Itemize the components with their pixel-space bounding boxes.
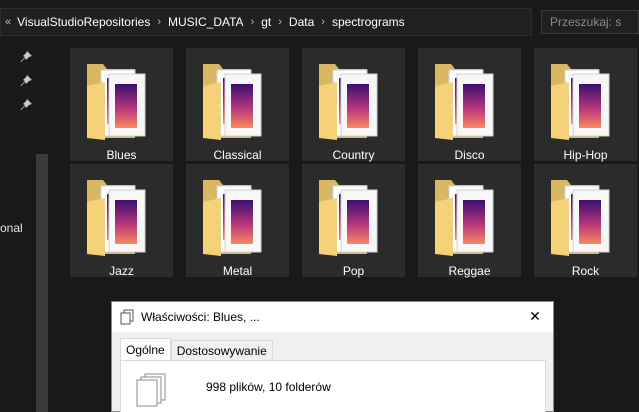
folder-tile[interactable]: Classical xyxy=(186,48,289,162)
breadcrumb-separator-icon[interactable]: › xyxy=(157,16,161,28)
folder-label: Classical xyxy=(213,148,262,162)
folder-icon xyxy=(319,180,378,256)
search-placeholder: Przeszukaj: s xyxy=(550,15,622,29)
folder-tile[interactable]: Country xyxy=(302,48,405,162)
folder-label: Country xyxy=(332,148,375,162)
properties-dialog: Właściwości: Blues, ... ✕ Ogólne Dostoso… xyxy=(111,301,554,412)
folder-tile[interactable]: Jazz xyxy=(70,164,173,278)
breadcrumb-item-data[interactable]: Data xyxy=(289,15,314,29)
folder-label: Hip-Hop xyxy=(563,148,608,162)
folder-label: Pop xyxy=(342,264,365,278)
tab-customize[interactable]: Dostosowywanie xyxy=(170,340,273,360)
breadcrumb-separator-icon[interactable]: › xyxy=(251,16,255,28)
tab-general[interactable]: Ogólne xyxy=(120,338,171,360)
folder-icon xyxy=(87,180,146,256)
item-count: 998 plików, 10 folderów xyxy=(206,380,331,394)
folder-icon xyxy=(87,64,146,140)
breadcrumb[interactable]: « VisualStudioRepositories › MUSIC_DATA … xyxy=(0,8,532,36)
breadcrumb-separator-icon[interactable]: › xyxy=(321,16,325,28)
folder-icon xyxy=(551,180,610,256)
overflow-chevron-icon[interactable]: « xyxy=(5,16,11,28)
folder-icon xyxy=(435,180,494,256)
folder-tile[interactable]: Pop xyxy=(302,164,405,278)
nav-scrollbar[interactable] xyxy=(36,154,48,412)
pin-icon[interactable] xyxy=(19,74,33,88)
folder-label: Reggae xyxy=(448,264,491,278)
breadcrumb-item-music-data[interactable]: MUSIC_DATA xyxy=(168,15,244,29)
search-input[interactable]: Przeszukaj: s xyxy=(541,10,639,34)
folder-tile[interactable]: Blues xyxy=(70,48,173,162)
tab-panel-general: 998 plików, 10 folderów xyxy=(120,360,546,412)
folder-label: Jazz xyxy=(109,264,134,278)
folder-tile[interactable]: Hip-Hop xyxy=(534,48,637,162)
folder-icon xyxy=(551,64,610,140)
address-bar-area: « VisualStudioRepositories › MUSIC_DATA … xyxy=(0,0,639,44)
breadcrumb-item-gt[interactable]: gt xyxy=(261,15,271,29)
folder-icon xyxy=(203,64,262,140)
folder-tile[interactable]: Disco xyxy=(418,48,521,162)
pin-icon[interactable] xyxy=(19,50,33,64)
folder-tile[interactable]: Metal xyxy=(186,164,289,278)
folder-label: Disco xyxy=(454,148,485,162)
close-icon[interactable]: ✕ xyxy=(527,308,543,325)
breadcrumb-item-visualstudiorepositories[interactable]: VisualStudioRepositories xyxy=(17,15,150,29)
dialog-title: Właściwości: Blues, ... xyxy=(141,310,260,324)
pin-icon[interactable] xyxy=(19,98,33,112)
nav-item-label[interactable]: onal xyxy=(0,221,23,235)
folder-label: Blues xyxy=(106,148,137,162)
dialog-tabs: Ogólne Dostosowywanie xyxy=(120,338,273,360)
properties-icon xyxy=(120,309,134,325)
folder-icon xyxy=(435,64,494,140)
breadcrumb-separator-icon[interactable]: › xyxy=(278,16,282,28)
navigation-pane: onal xyxy=(0,44,52,412)
folder-label: Rock xyxy=(571,264,600,278)
folder-tile[interactable]: Rock xyxy=(534,164,637,278)
breadcrumb-item-spectrograms[interactable]: spectrograms xyxy=(332,15,405,29)
folder-icon xyxy=(319,64,378,140)
dialog-titlebar[interactable]: Właściwości: Blues, ... ✕ xyxy=(112,302,553,332)
folder-tile[interactable]: Reggae xyxy=(418,164,521,278)
folder-label: Metal xyxy=(222,264,253,278)
folder-icon xyxy=(203,180,262,256)
multiple-files-icon xyxy=(136,373,166,407)
